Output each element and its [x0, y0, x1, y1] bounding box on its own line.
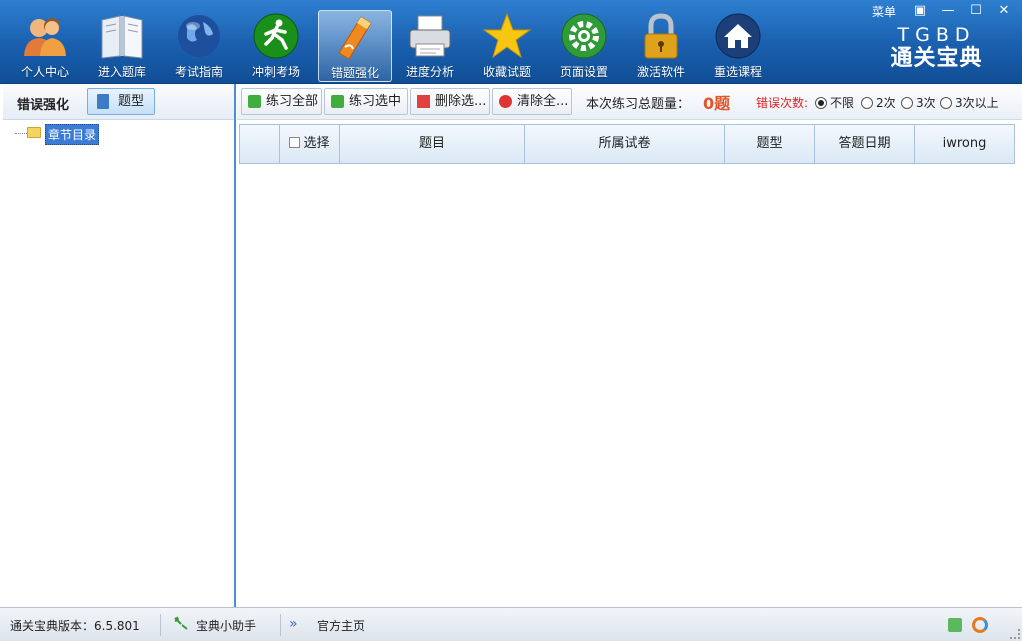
maximize-button[interactable]: ☐: [964, 2, 988, 20]
double-chevron-icon: »: [289, 616, 298, 632]
radio-3-plus-times[interactable]: 3次以上: [940, 94, 999, 111]
folder-icon: [27, 127, 41, 138]
radio-dot: [815, 96, 827, 109]
table-col-type[interactable]: 题型: [725, 125, 815, 163]
nav-label: 收藏试题: [482, 65, 531, 79]
delete-selected-button[interactable]: 删除选...: [410, 88, 490, 115]
toolbar: 练习全部 练习选中 删除选... 清除全... 本次练习总题量： 0题 错误次数…: [237, 84, 1022, 120]
practice-all-label: 练习全部: [266, 94, 319, 109]
left-panel-title: 错误强化: [17, 98, 70, 113]
practice-selected-label: 练习选中: [349, 94, 402, 109]
lock-icon: [644, 13, 678, 59]
nav-favorite-questions[interactable]: 收藏试题: [470, 10, 544, 82]
nav-progress-analysis[interactable]: 进度分析: [393, 10, 467, 82]
nav-page-settings[interactable]: 页面设置: [547, 10, 621, 82]
radio-label: 2次: [876, 96, 896, 110]
close-button[interactable]: ✕: [992, 2, 1016, 20]
assistant-link[interactable]: 宝典小助手: [196, 617, 256, 634]
nav-label: 冲刺考场: [251, 65, 300, 79]
nav-label: 考试指南: [174, 65, 223, 79]
practice-icon: [248, 95, 261, 108]
clear-all-label: 清除全...: [517, 94, 569, 109]
delete-selected-label: 删除选...: [435, 94, 487, 109]
select-all-checkbox[interactable]: [289, 137, 301, 148]
nav-label: 个人中心: [20, 65, 69, 79]
book-icon: [97, 94, 109, 109]
crop-icon: [417, 95, 430, 108]
left-panel: 错误强化 题型 章节目录: [3, 84, 236, 607]
runner-icon: [253, 13, 299, 59]
brand-en: TGBD: [897, 24, 976, 46]
nav-question-bank[interactable]: 进入题库: [85, 10, 159, 82]
radio-3-times[interactable]: 3次: [901, 94, 936, 111]
menu-button[interactable]: 菜单: [872, 3, 896, 20]
restore-button[interactable]: ▣: [908, 2, 932, 20]
radio-unlimited[interactable]: 不限: [815, 94, 854, 111]
radio-dot: [940, 96, 952, 109]
divider: [280, 614, 281, 636]
radio-label: 3次以上: [955, 96, 999, 110]
radio-2-times[interactable]: 2次: [861, 94, 896, 111]
nav-label: 错题强化: [330, 66, 379, 80]
table-col-question[interactable]: 题目: [340, 125, 525, 163]
radio-dot: [901, 96, 913, 109]
clear-all-button[interactable]: 清除全...: [492, 88, 572, 115]
refresh-icon[interactable]: [972, 617, 988, 633]
resize-grip[interactable]: [1010, 629, 1020, 639]
radio-label: 3次: [916, 96, 936, 110]
question-type-label: 题型: [118, 94, 145, 109]
total-count-label: 本次练习总题量：: [586, 97, 691, 112]
wand-icon: [174, 616, 188, 630]
tree-node-chapters[interactable]: 章节目录: [45, 124, 100, 145]
table-header: 选择 题目 所属试卷 题型 答题日期 iwrong: [239, 124, 1015, 164]
book-icon: [101, 15, 143, 59]
nav-personal-center[interactable]: 个人中心: [8, 10, 82, 82]
nav-label: 重选课程: [713, 65, 762, 79]
version-text: 通关宝典版本：6.5.801: [10, 619, 140, 633]
table-col-index: [240, 125, 280, 163]
nav-label: 进度分析: [405, 65, 454, 79]
radio-label: 不限: [830, 96, 855, 110]
nav-label: 激活软件: [636, 65, 685, 79]
homepage-link[interactable]: 官方主页: [317, 617, 365, 634]
nav-label: 页面设置: [559, 65, 608, 79]
status-bar: 通关宝典版本：6.5.801 宝典小助手 » 官方主页: [0, 607, 1022, 641]
top-ribbon: 个人中心 进入题库 考试指南 冲刺考场 错题强化 进度分析 收藏试题 页面设置 …: [0, 0, 1022, 84]
total-count-value: 0题: [703, 94, 731, 113]
nav-sprint-exam[interactable]: 冲刺考场: [239, 10, 313, 82]
nav-wrong-questions[interactable]: 错题强化: [318, 10, 392, 82]
globe-icon: [178, 15, 220, 57]
brand-cn: 通关宝典: [890, 46, 983, 71]
table-col-iwrong[interactable]: iwrong: [915, 125, 1014, 163]
divider: [160, 614, 161, 636]
practice-icon: [331, 95, 344, 108]
users-icon: [24, 18, 66, 56]
table-col-date[interactable]: 答题日期: [815, 125, 915, 163]
radio-dot: [861, 96, 873, 109]
printer-icon: [409, 15, 451, 57]
col-label: 选择: [303, 136, 330, 151]
table-col-select[interactable]: 选择: [280, 125, 340, 163]
chart-icon[interactable]: [948, 618, 962, 632]
question-type-button[interactable]: 题型: [87, 88, 155, 115]
nav-exam-guide[interactable]: 考试指南: [162, 10, 236, 82]
minus-circle-icon: [499, 95, 512, 108]
nav-activate-software[interactable]: 激活软件: [624, 10, 698, 82]
minimize-button[interactable]: —: [936, 2, 960, 20]
left-panel-header: 错误强化 题型: [3, 84, 234, 120]
gear-icon: [561, 13, 607, 59]
error-count-label: 错误次数:: [756, 96, 809, 110]
table-col-paper[interactable]: 所属试卷: [525, 125, 725, 163]
main-panel: 练习全部 练习选中 删除选... 清除全... 本次练习总题量： 0题 错误次数…: [237, 84, 1022, 607]
window-controls: 菜单 ▣ — ☐ ✕: [872, 0, 1016, 22]
star-icon: [483, 12, 531, 59]
practice-all-button[interactable]: 练习全部: [241, 88, 322, 115]
practice-selected-button[interactable]: 练习选中: [324, 88, 408, 115]
home-icon: [715, 13, 761, 59]
pen-icon: [338, 16, 372, 60]
nav-label: 进入题库: [97, 65, 146, 79]
brand-logo: TGBD 通关宝典: [889, 24, 984, 72]
nav-reselect-course[interactable]: 重选课程: [701, 10, 775, 82]
